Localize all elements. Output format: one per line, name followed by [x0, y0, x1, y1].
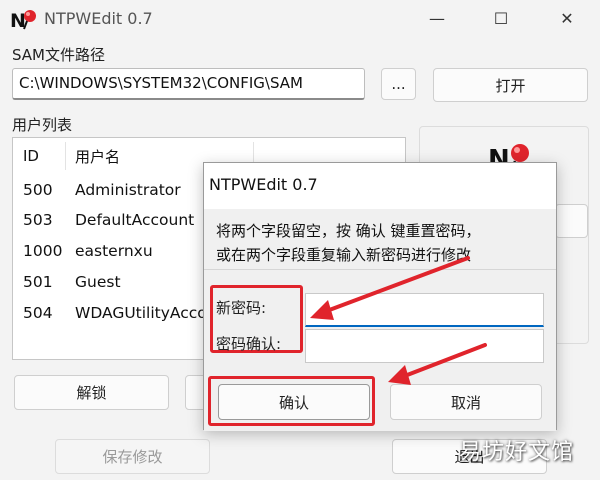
sam-path-label: SAM文件路径 — [12, 46, 106, 64]
watermark-text: 易坊好文馆 — [458, 440, 574, 465]
side-panel-button[interactable] — [555, 204, 588, 238]
confirm-password-input[interactable] — [305, 329, 544, 363]
browse-button[interactable]: ... — [381, 68, 416, 100]
sam-path-input[interactable]: C:\WINDOWS\SYSTEM32\CONFIG\SAM — [12, 68, 365, 100]
unlock-button[interactable]: 解锁 — [14, 375, 169, 410]
close-icon: ✕ — [560, 8, 574, 28]
dialog-message-line2: 或在两个字段重复输入新密码进行修改 — [216, 246, 472, 264]
minimize-button[interactable]: — — [414, 0, 460, 36]
column-divider — [65, 142, 66, 170]
window-title: NTPWEdit 0.7 — [44, 9, 153, 28]
maximize-button[interactable]: ☐ — [478, 0, 524, 36]
new-password-label: 新密码: — [216, 299, 267, 317]
user-name: Guest — [75, 273, 121, 291]
user-id: 501 — [23, 273, 53, 291]
save-button[interactable]: 保存修改 — [55, 439, 210, 474]
minimize-icon: — — [429, 8, 445, 28]
user-list-label: 用户列表 — [12, 116, 73, 134]
dialog-separator — [204, 269, 556, 270]
dialog-title: NTPWEdit 0.7 — [209, 175, 318, 194]
column-header-id[interactable]: ID — [13, 147, 65, 165]
cancel-button[interactable]: 取消 — [390, 384, 542, 420]
user-id: 1000 — [23, 242, 63, 260]
ok-button[interactable]: 确认 — [218, 384, 370, 420]
open-button[interactable]: 打开 — [433, 68, 588, 102]
column-header-username[interactable]: 用户名 — [65, 146, 120, 167]
user-id: 503 — [23, 211, 53, 229]
maximize-icon: ☐ — [493, 8, 509, 28]
user-id: 500 — [23, 181, 53, 199]
confirm-password-label: 密码确认: — [216, 335, 282, 353]
close-button[interactable]: ✕ — [544, 0, 590, 36]
dialog-message-line1: 将两个字段留空，按 确认 键重置密码， — [216, 222, 481, 240]
dialog-message: 将两个字段留空，按 确认 键重置密码， 或在两个字段重复输入新密码进行修改 — [216, 219, 481, 267]
app-logo-icon: N — [10, 10, 36, 31]
user-id: 504 — [23, 304, 53, 322]
user-name: DefaultAccount — [75, 211, 195, 229]
new-password-input[interactable] — [305, 293, 544, 327]
password-dialog: NTPWEdit 0.7 将两个字段留空，按 确认 键重置密码， 或在两个字段重… — [203, 162, 557, 431]
user-name: easternxu — [75, 242, 153, 260]
user-name: Administrator — [75, 181, 181, 199]
